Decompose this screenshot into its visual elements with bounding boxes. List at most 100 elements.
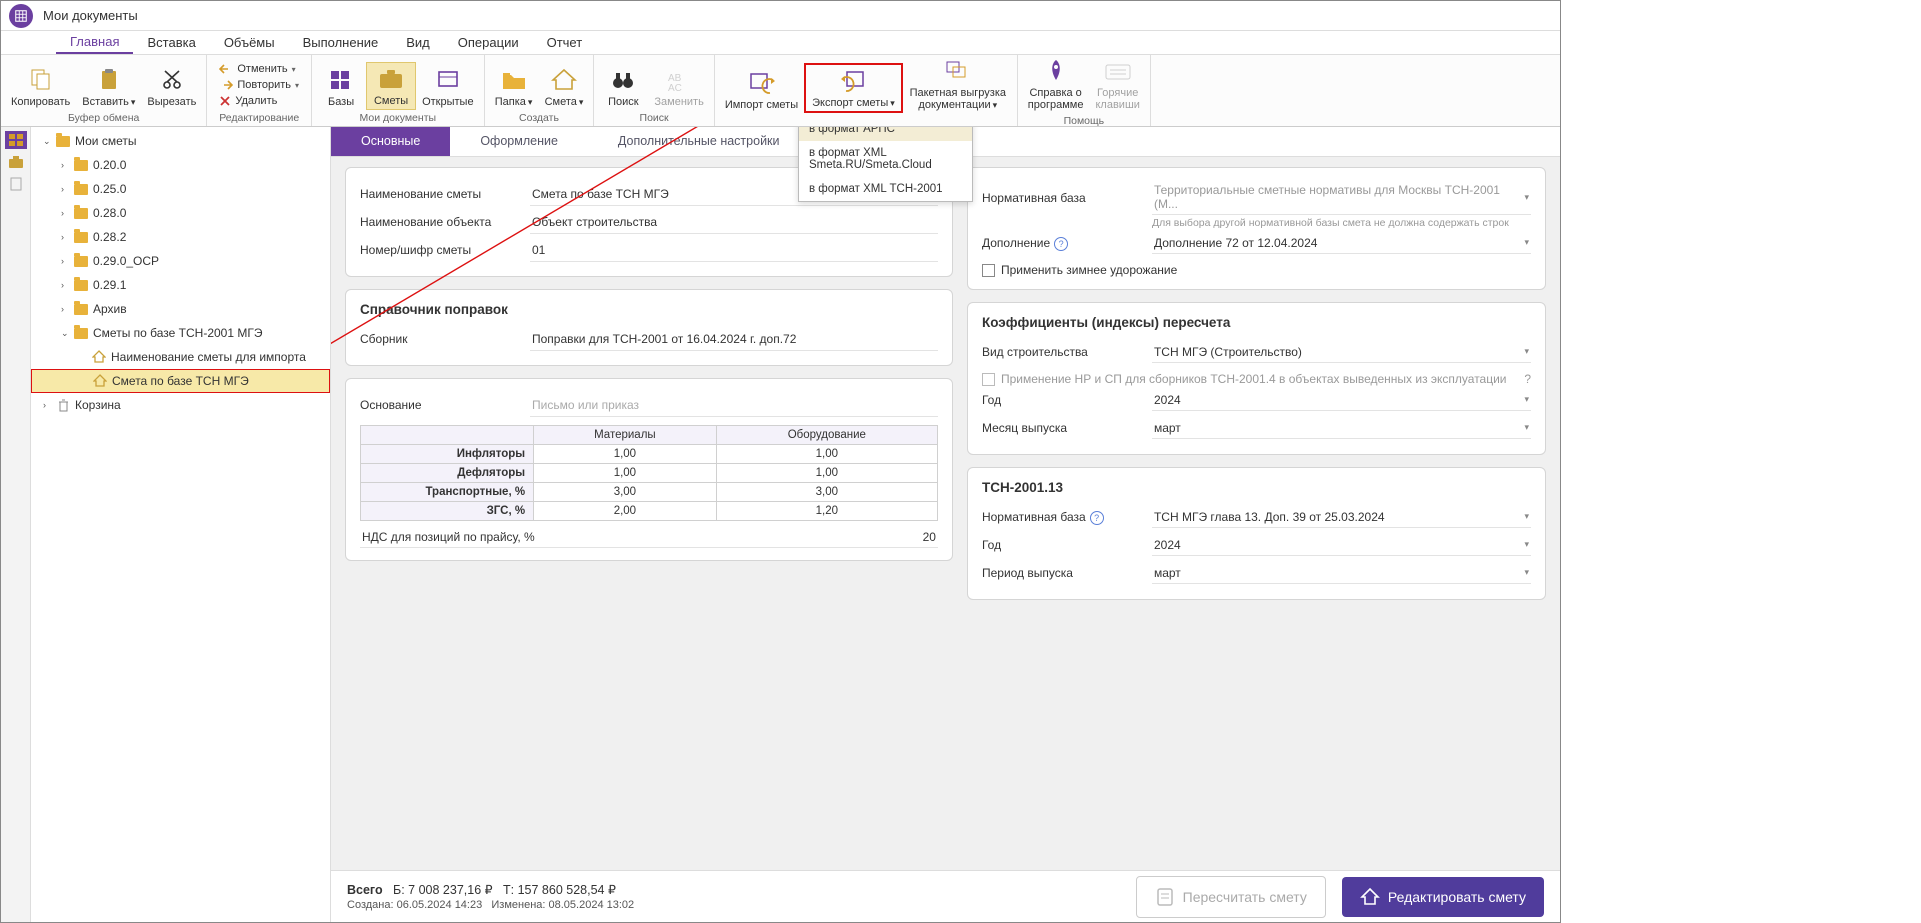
tree-estimate-selected[interactable]: Смета по базе ТСН МГЭ	[31, 369, 330, 393]
rail-briefcase-icon[interactable]	[5, 153, 27, 171]
find-button[interactable]: Поиск	[598, 64, 648, 110]
panel-coef: Коэффициенты (индексы) пересчета Вид стр…	[967, 302, 1546, 455]
tree-estimate-item[interactable]: Наименование сметы для импорта	[31, 345, 330, 369]
menu-main[interactable]: Главная	[56, 31, 133, 54]
tsn13-year-select[interactable]: 2024▾	[1152, 535, 1531, 556]
kind-select[interactable]: ТСН МГЭ (Строительство)▾	[1152, 342, 1531, 363]
tsn13-period-select[interactable]: март▾	[1152, 563, 1531, 584]
copy-button[interactable]: Копировать	[5, 64, 76, 110]
batch-export-button[interactable]: Пакетная выгрузка документации	[903, 55, 1013, 113]
bases-button[interactable]: Базы	[316, 64, 366, 110]
keyboard-icon	[1104, 57, 1132, 85]
open-icon	[434, 66, 462, 94]
supplement-label: Дополнение?	[982, 236, 1152, 251]
import-button[interactable]: Импорт сметы	[719, 67, 804, 113]
basis-label: Основание	[360, 398, 530, 412]
panel-basis: ОснованиеПисьмо или приказ МатериалыОбор…	[345, 378, 953, 561]
nrsp-label: Применение НР и СП для сборников ТСН-200…	[1001, 372, 1518, 386]
menu-volumes[interactable]: Объёмы	[210, 32, 289, 53]
tree-folder[interactable]: ›0.29.0_ОСР	[31, 249, 330, 273]
bases-icon	[327, 66, 355, 94]
binoculars-icon	[609, 66, 637, 94]
tree-tsn-folder[interactable]: ⌄Сметы по базе ТСН-2001 МГЭ	[31, 321, 330, 345]
new-estimate-button[interactable]: Смета	[539, 64, 590, 110]
rail-doc-icon[interactable]	[5, 175, 27, 193]
edit-button[interactable]: Редактировать смету	[1342, 877, 1544, 917]
tree-trash[interactable]: ›Корзина	[31, 393, 330, 417]
about-button[interactable]: Справка о программе	[1022, 55, 1090, 113]
cut-button[interactable]: Вырезать	[141, 64, 202, 110]
obj-label: Наименование объекта	[360, 215, 530, 229]
estimates-button[interactable]: Сметы	[366, 62, 416, 110]
svg-text:AC: AC	[668, 83, 682, 91]
tree-folder[interactable]: ›0.29.1	[31, 273, 330, 297]
house-edit-icon	[1360, 887, 1380, 907]
basis-field[interactable]: Письмо или приказ	[530, 394, 938, 417]
tree-folder[interactable]: ›0.25.0	[31, 177, 330, 201]
delete-button[interactable]: Удалить	[217, 94, 301, 108]
tree-folder[interactable]: ›Архив	[31, 297, 330, 321]
briefcase-icon	[377, 65, 405, 93]
tab-design[interactable]: Оформление	[450, 127, 588, 156]
export-arps[interactable]: в формат АРПС	[799, 127, 972, 141]
menu-report[interactable]: Отчет	[533, 32, 597, 53]
new-folder-button[interactable]: Папка	[489, 64, 539, 110]
month-select[interactable]: март▾	[1152, 418, 1531, 439]
supplement-select[interactable]: Дополнение 72 от 12.04.2024▾	[1152, 233, 1531, 254]
panel-normbase: Нормативная базаТерриториальные сметные …	[967, 167, 1546, 290]
winter-label: Применить зимнее удорожание	[1001, 263, 1177, 277]
num-field[interactable]: 01	[530, 239, 938, 262]
ribbon: Копировать Вставить Вырезать Буфер обмен…	[1, 55, 1560, 127]
house-icon	[550, 66, 578, 94]
recalc-button[interactable]: Пересчитать смету	[1136, 876, 1326, 918]
export-dropdown: в формат АРПС в формат XML Smeta.RU/Smet…	[798, 127, 973, 202]
rail-grid-icon[interactable]	[5, 131, 27, 149]
help-icon[interactable]: ?	[1090, 511, 1104, 525]
nrsp-checkbox[interactable]	[982, 373, 995, 386]
tab-extra[interactable]: Дополнительные настройки	[588, 127, 810, 156]
help-icon[interactable]: ?	[1524, 372, 1531, 386]
export-button[interactable]: Экспорт сметы	[804, 63, 903, 113]
name-label: Наименование сметы	[360, 187, 530, 201]
menu-execution[interactable]: Выполнение	[289, 32, 393, 53]
obj-field[interactable]: Объект строительства	[530, 211, 938, 234]
coef-title: Коэффициенты (индексы) пересчета	[982, 315, 1531, 330]
tree-folder[interactable]: ›0.20.0	[31, 153, 330, 177]
vat-value[interactable]: 20	[923, 530, 936, 544]
year-select[interactable]: 2024▾	[1152, 390, 1531, 411]
tsn13-period-label: Период выпуска	[982, 566, 1152, 580]
tree-root[interactable]: ⌄Мои сметы	[31, 129, 330, 153]
tab-main[interactable]: Основные	[331, 127, 450, 156]
open-button[interactable]: Открытые	[416, 64, 480, 110]
tsn13-base-select[interactable]: ТСН МГЭ глава 13. Доп. 39 от 25.03.2024▾	[1152, 507, 1531, 528]
main-area: Основные Оформление Дополнительные настр…	[331, 127, 1560, 922]
import-icon	[747, 69, 775, 97]
undo-button[interactable]: Отменить▾	[217, 62, 301, 76]
menu-operations[interactable]: Операции	[444, 32, 533, 53]
tree-folder[interactable]: ›0.28.0	[31, 201, 330, 225]
sidebar: ⌄Мои сметы ›0.20.0 ›0.25.0 ›0.28.0 ›0.28…	[31, 127, 331, 922]
redo-button[interactable]: Повторить▾	[217, 78, 301, 92]
paste-button[interactable]: Вставить	[76, 64, 141, 110]
export-xml-tsn[interactable]: в формат XML ТСН-2001	[799, 177, 972, 201]
menu-insert[interactable]: Вставка	[133, 32, 209, 53]
replace-button[interactable]: ABAC Заменить	[648, 64, 709, 110]
corrections-title: Справочник поправок	[360, 302, 938, 317]
export-xml-smeta[interactable]: в формат XML Smeta.RU/Smeta.Cloud	[799, 141, 972, 177]
basis-table: МатериалыОборудование Инфляторы1,001,00 …	[360, 425, 938, 521]
num-label: Номер/шифр сметы	[360, 243, 530, 257]
folder-icon	[500, 66, 528, 94]
winter-checkbox[interactable]	[982, 264, 995, 277]
help-icon[interactable]: ?	[1054, 237, 1068, 251]
app-title: Мои документы	[43, 8, 138, 23]
redo-icon	[219, 79, 233, 91]
normbase-note: Для выбора другой нормативной базы смета…	[1152, 217, 1531, 229]
house-icon	[92, 373, 108, 389]
menu-view[interactable]: Вид	[392, 32, 444, 53]
hotkeys-button[interactable]: Горячие клавиши	[1089, 55, 1145, 113]
tree-folder[interactable]: ›0.28.2	[31, 225, 330, 249]
scissors-icon	[158, 66, 186, 94]
normbase-select[interactable]: Территориальные сметные нормативы для Мо…	[1152, 180, 1531, 215]
kind-label: Вид строительства	[982, 345, 1152, 359]
collection-value[interactable]: Поправки для ТСН-2001 от 16.04.2024 г. д…	[530, 328, 938, 351]
